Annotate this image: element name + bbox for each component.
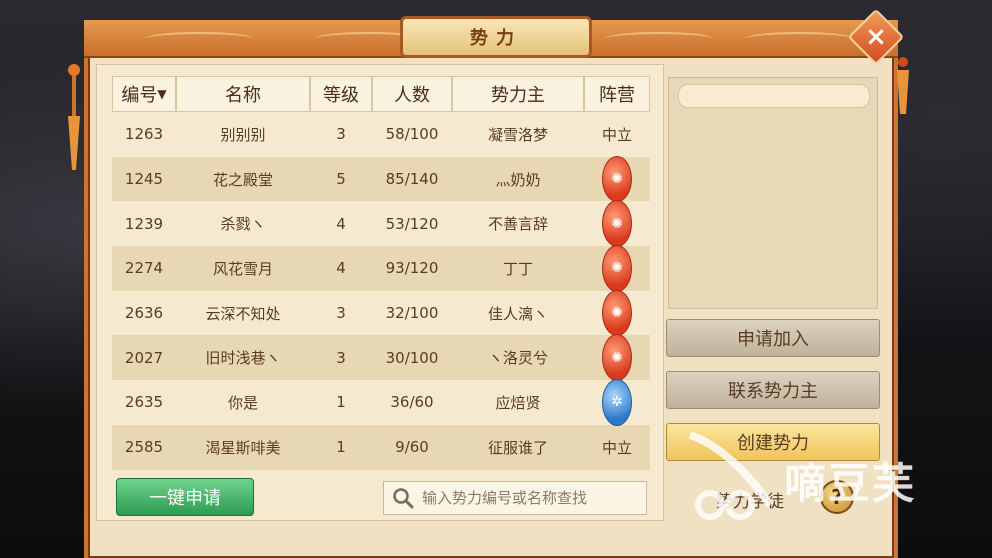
row-level: 3 [336,304,346,323]
fire-emblem-icon: ✺ [602,155,632,203]
row-leader: 丁丁 [502,259,533,278]
apply-join-button[interactable]: 申请加入 [666,319,880,357]
row-name: 花之殿堂 [212,170,273,189]
row-id: 2274 [124,259,164,278]
header-ornament [604,32,714,46]
row-leader: ヽ洛灵兮 [487,349,548,368]
table-row[interactable]: 2027 旧时浅巷ヽ 3 30/100 ヽ洛灵兮 ✺ [112,334,650,382]
row-leader: 佳人漓ヽ [487,304,548,323]
row-id: 1263 [124,125,164,144]
row-id: 2636 [124,304,164,323]
col-header-members: 人数 [372,76,452,112]
table-body: 1263 别别别 3 58/100 凝雪洛梦 中立 1245 花之殿堂 5 85/140 灬奶奶 ✺ 1… [112,112,650,470]
row-leader: 应焙贤 [495,393,541,412]
faction-table: 编号 ▼ 名称 等级 人数 势力主 阵营 1263 别别别 3 58/100 凝雪洛梦 中立… [112,76,650,470]
apply-all-button[interactable]: 一键申请 [116,478,254,516]
row-members: 32/100 [385,304,439,323]
fire-emblem-icon: ✺ [602,245,632,292]
row-level: 4 [336,214,346,233]
header-ornament [744,32,854,46]
table-row[interactable]: 2274 风花雪月 4 93/120 丁丁 ✺ [112,245,650,292]
sort-arrow-icon: ▼ [157,87,167,101]
row-level: 5 [336,170,346,189]
contact-leader-button[interactable]: 联系势力主 [666,371,880,409]
row-leader: 不善言辞 [487,215,548,234]
row-name: 杀戮ヽ [220,215,266,234]
table-row[interactable]: 1263 别别别 3 58/100 凝雪洛梦 中立 [112,112,650,157]
row-id: 1245 [124,170,164,189]
search-bar [383,481,647,515]
row-id: 2027 [124,348,164,367]
table-row[interactable]: 2585 渴星斯啡美 1 9/60 征服谁了 中立 [112,424,650,470]
row-name: 别别别 [220,125,266,144]
row-name: 你是 [227,393,258,412]
table-row[interactable]: 1239 杀戮ヽ 4 53/120 不善言辞 ✺ [112,200,650,248]
col-header-level: 等级 [310,76,372,112]
row-leader: 凝雪洛梦 [487,125,548,144]
table-row[interactable]: 2635 你是 1 36/60 应焙贤 ✲ [112,379,650,426]
row-level: 3 [336,348,346,367]
search-input[interactable] [420,488,644,508]
fire-emblem-icon: ✺ [602,289,632,337]
row-leader: 灬奶奶 [495,170,541,189]
row-members: 58/100 [385,125,439,144]
col-header-name: 名称 [176,76,310,112]
col-header-leader: 势力主 [452,76,584,112]
watermark-text: 嘀豆芙 [784,459,917,508]
row-camp: ✺ [584,155,650,203]
row-members: 30/100 [385,348,439,367]
tassel-decoration [897,57,909,114]
row-camp: ✺ [584,289,650,337]
row-id: 2635 [124,393,164,412]
row-members: 36/60 [390,393,434,412]
info-scroll-ornament [678,84,870,108]
row-name: 云深不知处 [205,304,281,323]
table-row[interactable]: 2636 云深不知处 3 32/100 佳人漓ヽ ✺ [112,289,650,337]
header-ornament [144,32,254,46]
row-camp: ✺ [584,200,650,248]
row-camp: ✺ [584,334,650,382]
row-members: 93/120 [385,259,439,278]
row-name: 渴星斯啡美 [205,438,281,457]
panel-title: 势力 [400,16,592,58]
col-header-camp: 阵营 [584,76,650,112]
row-members: 85/140 [385,170,439,189]
fire-emblem-icon: ✺ [602,334,632,382]
faction-info-box [668,77,878,309]
row-camp: 中立 [601,125,632,144]
row-camp: 中立 [601,438,632,457]
tassel-decoration [68,64,80,170]
row-members: 53/120 [385,214,439,233]
row-level: 1 [336,393,346,412]
row-camp: ✲ [584,379,650,426]
close-icon[interactable]: × [856,17,896,57]
fire-emblem-icon: ✺ [602,200,632,248]
row-name: 旧时浅巷ヽ [205,349,281,368]
row-members: 9/60 [395,438,429,457]
row-level: 3 [336,125,346,144]
ice-emblem-icon: ✲ [602,379,632,426]
search-icon [393,488,414,509]
row-leader: 征服谁了 [487,438,548,457]
col-header-id[interactable]: 编号 ▼ [112,76,176,112]
row-level: 1 [336,438,346,457]
row-name: 风花雪月 [212,259,273,278]
row-id: 1239 [124,214,164,233]
row-level: 4 [336,259,346,278]
table-header: 编号 ▼ 名称 等级 人数 势力主 阵营 [112,76,650,112]
table-row[interactable]: 1245 花之殿堂 5 85/140 灬奶奶 ✺ [112,155,650,203]
row-id: 2585 [124,438,164,457]
row-camp: ✺ [584,245,650,292]
